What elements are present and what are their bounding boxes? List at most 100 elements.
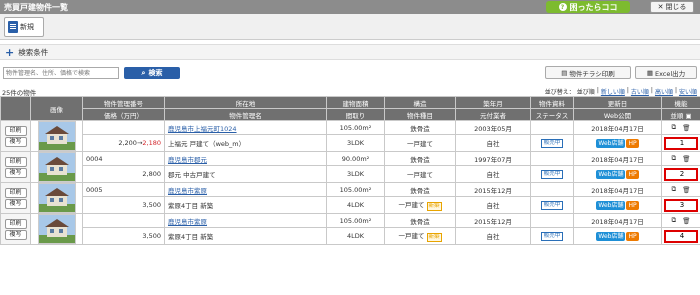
area-m2: 105.00m² [326, 119, 385, 136]
house-image-icon [38, 215, 75, 243]
structure: 鉄骨造 [384, 150, 456, 167]
order-cell: 1 [661, 134, 700, 152]
order-label: 並順 [670, 111, 684, 120]
header-web: Web公開 [573, 108, 662, 121]
duplicate-icon[interactable]: ⧉ [672, 154, 677, 163]
web-cell: Web店舗 HP [573, 134, 662, 152]
search-conditions-toggle[interactable]: + 検索条件 [0, 44, 700, 60]
close-button[interactable]: ✕ 閉じる [650, 1, 694, 13]
trash-icon[interactable]: 🗑 [682, 217, 690, 225]
web-cell: Web店舗 HP [573, 227, 662, 245]
sort-option-cheapest[interactable]: 安い順 [679, 87, 697, 96]
duplicate-icon[interactable]: ⧉ [672, 216, 677, 225]
question-icon: ? [558, 3, 567, 11]
duplicate-icon[interactable]: ⧉ [672, 123, 677, 132]
function-cell: ⧉ 🗑 [661, 181, 700, 198]
house-photo[interactable] [37, 152, 76, 182]
house-photo[interactable] [37, 214, 76, 244]
search-input[interactable] [3, 67, 119, 79]
address-link[interactable]: 鹿児島市紫原 [168, 187, 207, 195]
header-layout: 間取り [326, 108, 385, 121]
built-date: 1997年07月 [455, 150, 531, 167]
status-badge: 販売中 [540, 232, 564, 242]
copy-button[interactable]: 複写 [4, 167, 27, 178]
order-input[interactable]: 4 [664, 229, 698, 243]
row-actions: 印刷 複写 [0, 213, 31, 245]
house-photo[interactable] [37, 183, 76, 213]
trash-icon[interactable]: 🗑 [682, 155, 690, 163]
kind-cell: 一戸建て [384, 165, 456, 183]
order-input[interactable]: 3 [664, 198, 698, 212]
kind: 一戸建て [398, 201, 425, 210]
updated-date: 2018年04月17日 [573, 119, 662, 136]
sort-option-newest[interactable]: 新しい順 [601, 87, 625, 96]
house-photo[interactable] [37, 121, 76, 151]
hp-badge[interactable]: HP [626, 169, 639, 179]
toolbar: 新規 [0, 14, 700, 40]
search-button-label: 検索 [148, 69, 163, 77]
header-dealer: 元付業者 [455, 108, 531, 121]
header-image: 画像 [30, 96, 83, 121]
address-link[interactable]: 鹿児島市上福元町1024 [168, 125, 237, 133]
hp-badge[interactable]: HP [626, 231, 639, 241]
copy-button[interactable]: 複写 [4, 229, 27, 240]
kind: 一戸建て [407, 171, 433, 180]
status-badge: 販売中 [540, 139, 564, 149]
trash-icon[interactable]: 🗑 [682, 124, 690, 132]
docs-cell [530, 150, 574, 167]
address-link[interactable]: 鹿児島市郡元 [168, 156, 207, 164]
mgmt-name: 上福元 戸建て（web_m） [164, 134, 327, 152]
print-button[interactable]: 印刷 [4, 218, 27, 229]
web-store-badge[interactable]: Web店舗 [596, 231, 626, 241]
web-store-badge[interactable]: Web店舗 [596, 138, 626, 148]
status-cell: 販売中 [530, 165, 574, 183]
sort-option-highest[interactable]: 高い順 [655, 87, 673, 96]
built-date: 2015年12月 [455, 181, 531, 198]
close-label: 閉じる [665, 3, 687, 11]
status-cell: 販売中 [530, 227, 574, 245]
sort-option-order[interactable]: 並び順 [577, 87, 595, 96]
header-location: 所在地 [164, 96, 327, 109]
kind-cell: 一戸建て 新築 [384, 196, 456, 214]
photo-cell [30, 151, 83, 183]
help-button[interactable]: ? 困ったらココ [546, 1, 630, 13]
hp-badge[interactable]: HP [626, 200, 639, 210]
print-button[interactable]: 印刷 [4, 125, 27, 136]
header-status: ステータス [530, 108, 574, 121]
row-actions: 印刷 複写 [0, 182, 31, 214]
print-button[interactable]: 印刷 [4, 156, 27, 167]
row-actions: 印刷 複写 [0, 120, 31, 152]
sort-option-oldest[interactable]: 古い順 [631, 87, 649, 96]
web-store-badge[interactable]: Web店舗 [596, 200, 626, 210]
dealer: 自社 [455, 134, 531, 152]
function-cell: ⧉ 🗑 [661, 119, 700, 136]
address-link[interactable]: 鹿児島市紫原 [168, 218, 207, 226]
docs-cell [530, 212, 574, 229]
hp-badge[interactable]: HP [626, 138, 639, 148]
new-button[interactable]: 新規 [4, 17, 44, 37]
copy-button[interactable]: 複写 [4, 198, 27, 209]
mgmt-number [82, 119, 165, 136]
trash-icon[interactable]: 🗑 [682, 186, 690, 194]
excel-export-button[interactable]: ▦ Excel出力 [635, 66, 697, 79]
plus-icon: + [5, 45, 15, 59]
save-order-icon[interactable]: ▣ [685, 112, 691, 120]
order-input[interactable]: 2 [664, 167, 698, 181]
header-kind: 物件種目 [384, 108, 456, 121]
order-input[interactable]: 1 [664, 136, 698, 150]
current-price: 2,180 [142, 139, 161, 148]
new-build-badge: 新築 [426, 202, 442, 212]
duplicate-icon[interactable]: ⧉ [672, 185, 677, 194]
sort-bar: 並び替え： 並び順 | 新しい順 | 古い順 | 高い順 | 安い順 [544, 87, 697, 96]
price-cell: 2,200→2,180 [82, 134, 165, 152]
header-func: 機能 [661, 96, 700, 109]
docs-cell [530, 119, 574, 136]
updated-date: 2018年04月17日 [573, 181, 662, 198]
print-icon: ▤ [561, 68, 568, 77]
print-button[interactable]: 印刷 [4, 187, 27, 198]
area-m2: 105.00m² [326, 212, 385, 229]
flyer-print-button[interactable]: ▤ 物件チラシ印刷 [545, 66, 631, 79]
copy-button[interactable]: 複写 [4, 136, 27, 147]
search-button[interactable]: ⌕ 検索 [124, 67, 180, 79]
web-store-badge[interactable]: Web店舗 [596, 169, 626, 179]
